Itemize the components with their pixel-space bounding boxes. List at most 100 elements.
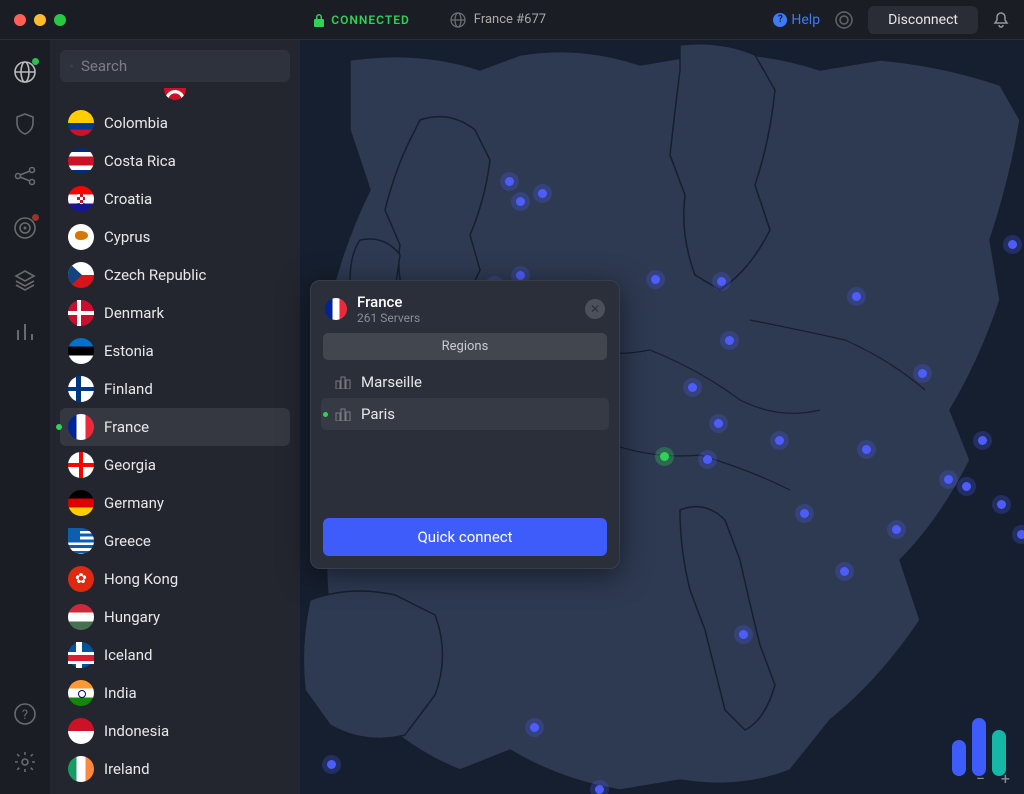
zoom-in-button[interactable]: +	[1001, 769, 1010, 788]
server-map-dot[interactable]	[892, 525, 901, 534]
server-map-dot[interactable]	[725, 336, 734, 345]
country-item-finland[interactable]: Finland	[60, 370, 290, 408]
server-map-dot[interactable]	[717, 277, 726, 286]
country-name: Indonesia	[104, 722, 169, 740]
country-item-hungary[interactable]: Hungary	[60, 598, 290, 636]
speed-bars-widget[interactable]	[952, 718, 1006, 776]
nav-globe[interactable]	[13, 60, 37, 84]
server-map-dot[interactable]	[1017, 530, 1024, 539]
server-map-dot[interactable]	[997, 500, 1006, 509]
server-map-dot[interactable]	[962, 482, 971, 491]
region-list: Marseille Paris	[311, 360, 619, 510]
help-icon: ?	[773, 13, 787, 27]
notifications-icon[interactable]	[992, 11, 1010, 29]
bar-1	[952, 740, 966, 776]
server-map-dot[interactable]	[703, 455, 712, 464]
country-name: Iceland	[104, 646, 152, 664]
flag-icon	[68, 490, 94, 516]
nav-settings[interactable]	[13, 750, 37, 774]
region-name: Paris	[361, 405, 395, 423]
country-item-denmark[interactable]: Denmark	[60, 294, 290, 332]
country-item-iceland[interactable]: Iceland	[60, 636, 290, 674]
region-name: Marseille	[361, 373, 422, 391]
server-map-dot[interactable]	[775, 436, 784, 445]
country-item-colombia[interactable]: Colombia	[60, 104, 290, 142]
server-map-dot[interactable]	[944, 475, 953, 484]
quick-connect-button[interactable]: Quick connect	[323, 518, 607, 556]
globe-icon	[450, 12, 466, 28]
server-map-dot[interactable]	[651, 275, 660, 284]
maximize-window-button[interactable]	[54, 14, 66, 26]
server-map-dot-active[interactable]	[660, 452, 669, 461]
region-item-paris[interactable]: Paris	[321, 398, 609, 430]
server-map-dot[interactable]	[862, 445, 871, 454]
flag-icon	[68, 604, 94, 630]
disconnect-button[interactable]: Disconnect	[868, 6, 978, 34]
server-map-dot[interactable]	[516, 197, 525, 206]
country-item-indonesia[interactable]: Indonesia	[60, 712, 290, 750]
server-map-dot[interactable]	[840, 567, 849, 576]
server-map-dot[interactable]	[530, 723, 539, 732]
server-map-dot[interactable]	[852, 292, 861, 301]
window-controls	[14, 14, 66, 26]
server-map-dot[interactable]	[595, 785, 604, 794]
country-item-germany[interactable]: Germany	[60, 484, 290, 522]
server-map-dot[interactable]	[978, 436, 987, 445]
nav-radar[interactable]	[13, 216, 37, 240]
refresh-icon[interactable]	[834, 10, 854, 30]
close-window-button[interactable]	[14, 14, 26, 26]
country-name: Hong Kong	[104, 570, 178, 588]
flag-icon	[68, 148, 94, 174]
nav-layers[interactable]	[13, 268, 37, 292]
minimize-window-button[interactable]	[34, 14, 46, 26]
country-item-cyprus[interactable]: Cyprus	[60, 218, 290, 256]
country-name: France	[104, 418, 149, 436]
flag-icon	[68, 642, 94, 668]
help-link[interactable]: ? Help	[773, 12, 820, 28]
country-item-india[interactable]: India	[60, 674, 290, 712]
country-name: Colombia	[104, 114, 168, 132]
region-item-marseille[interactable]: Marseille	[321, 366, 609, 398]
search-box[interactable]	[60, 50, 290, 82]
server-map-dot[interactable]	[800, 509, 809, 518]
connection-status: CONNECTED	[313, 13, 410, 27]
country-item-estonia[interactable]: Estonia	[60, 332, 290, 370]
server-map-dot[interactable]	[1008, 240, 1017, 249]
country-item-hong-kong[interactable]: Hong Kong	[60, 560, 290, 598]
nav-shield[interactable]	[13, 112, 37, 136]
bar-2	[972, 718, 986, 776]
flag-icon	[68, 300, 94, 326]
svg-text:?: ?	[22, 708, 28, 723]
popup-close-button[interactable]: ✕	[585, 299, 605, 319]
country-item-croatia[interactable]: Croatia	[60, 180, 290, 218]
server-map-dot[interactable]	[688, 383, 697, 392]
server-map-dot[interactable]	[538, 189, 547, 198]
country-item-greece[interactable]: Greece	[60, 522, 290, 560]
flag-icon	[68, 224, 94, 250]
regions-tab[interactable]: Regions	[323, 333, 607, 360]
server-map-dot[interactable]	[714, 419, 723, 428]
country-name: Finland	[104, 380, 153, 398]
nav-mesh[interactable]	[13, 164, 37, 188]
search-input[interactable]	[81, 57, 280, 75]
flag-icon	[68, 756, 94, 782]
flag-icon	[68, 186, 94, 212]
server-map-dot[interactable]	[505, 177, 514, 186]
nav-help[interactable]: ?	[13, 702, 37, 726]
server-map-dot[interactable]	[739, 630, 748, 639]
zoom-out-button[interactable]: −	[976, 769, 985, 788]
country-item-czech-republic[interactable]: Czech Republic	[60, 256, 290, 294]
nav-stats[interactable]	[13, 320, 37, 344]
server-map-dot[interactable]	[918, 369, 927, 378]
country-item-georgia[interactable]: Georgia	[60, 446, 290, 484]
country-item-costa-rica[interactable]: Costa Rica	[60, 142, 290, 180]
country-item-ireland[interactable]: Ireland	[60, 750, 290, 788]
current-server: France #677	[450, 12, 546, 28]
country-item-france[interactable]: France	[60, 408, 290, 446]
country-name: Czech Republic	[104, 266, 206, 284]
server-map-dot[interactable]	[516, 271, 525, 280]
country-name: Costa Rica	[104, 152, 176, 170]
popup-subtitle: 261 Servers	[357, 311, 575, 325]
server-map-dot[interactable]	[327, 760, 336, 769]
city-icon	[335, 407, 351, 421]
